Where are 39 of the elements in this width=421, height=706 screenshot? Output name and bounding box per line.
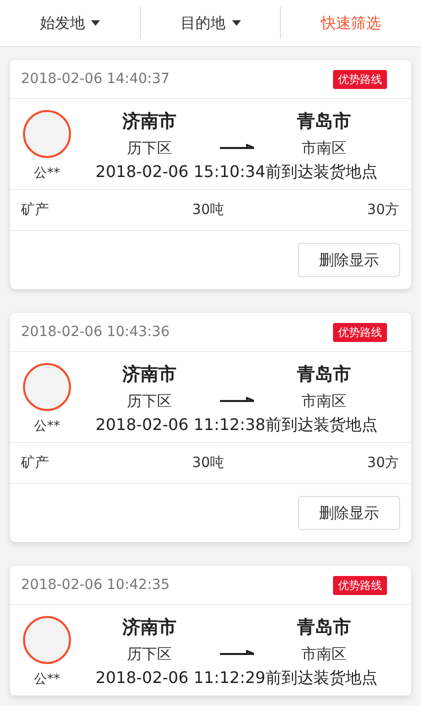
goods-volume: 30方 (367, 454, 399, 472)
arrival-deadline: 2018-02-06 15:10:34前到达装货地点 (96, 162, 378, 183)
destination-city: 青岛市 (296, 616, 351, 639)
destination-city: 青岛市 (296, 110, 351, 133)
goods-weight: 30吨 (192, 454, 224, 472)
destination-city: 青岛市 (296, 363, 351, 386)
caret-icon (232, 20, 240, 26)
avatar (23, 616, 71, 664)
shipper-name: 公** (34, 164, 60, 182)
order-time: 2018-02-06 10:42:35 (21, 577, 170, 593)
avatar (23, 110, 71, 158)
avatar (23, 362, 71, 410)
destination-district: 市南区 (301, 392, 346, 411)
destination-district: 市南区 (301, 645, 346, 664)
order-time: 2018-02-06 10:43:36 (21, 324, 170, 340)
origin-city: 济南市 (122, 110, 176, 133)
order-time: 2018-02-06 14:40:37 (21, 71, 170, 87)
goods-type: 矿产 (21, 454, 49, 472)
goods-weight: 30吨 (192, 201, 224, 219)
shipper-name: 公** (34, 418, 60, 434)
route-badge: 优势路线 (333, 576, 387, 594)
caret-icon (90, 20, 100, 26)
filter-dropdown[interactable]: 始发地 (36, 12, 104, 34)
origin-district: 历下区 (126, 139, 172, 158)
shipper-name: 公** (34, 670, 60, 688)
delete-button[interactable]: 删除显示 (298, 496, 400, 530)
origin-city: 济南市 (122, 363, 176, 386)
route-badge: 优势路线 (333, 322, 387, 342)
arrival-deadline: 2018-02-06 11:12:29前到达装货地点 (96, 668, 378, 689)
goods-type: 矿产 (21, 201, 49, 219)
destination-district: 市南区 (301, 139, 346, 158)
filter-dropdown[interactable]: 目的地 (176, 12, 244, 34)
delete-button[interactable]: 删除显示 (298, 243, 400, 277)
route-badge: 优势路线 (333, 70, 387, 88)
origin-district: 历下区 (126, 645, 172, 664)
arrival-deadline: 2018-02-06 11:12:38前到达装货地点 (96, 415, 378, 436)
origin-district: 历下区 (126, 392, 172, 411)
origin-city: 济南市 (122, 616, 176, 639)
goods-volume: 30方 (367, 201, 399, 219)
